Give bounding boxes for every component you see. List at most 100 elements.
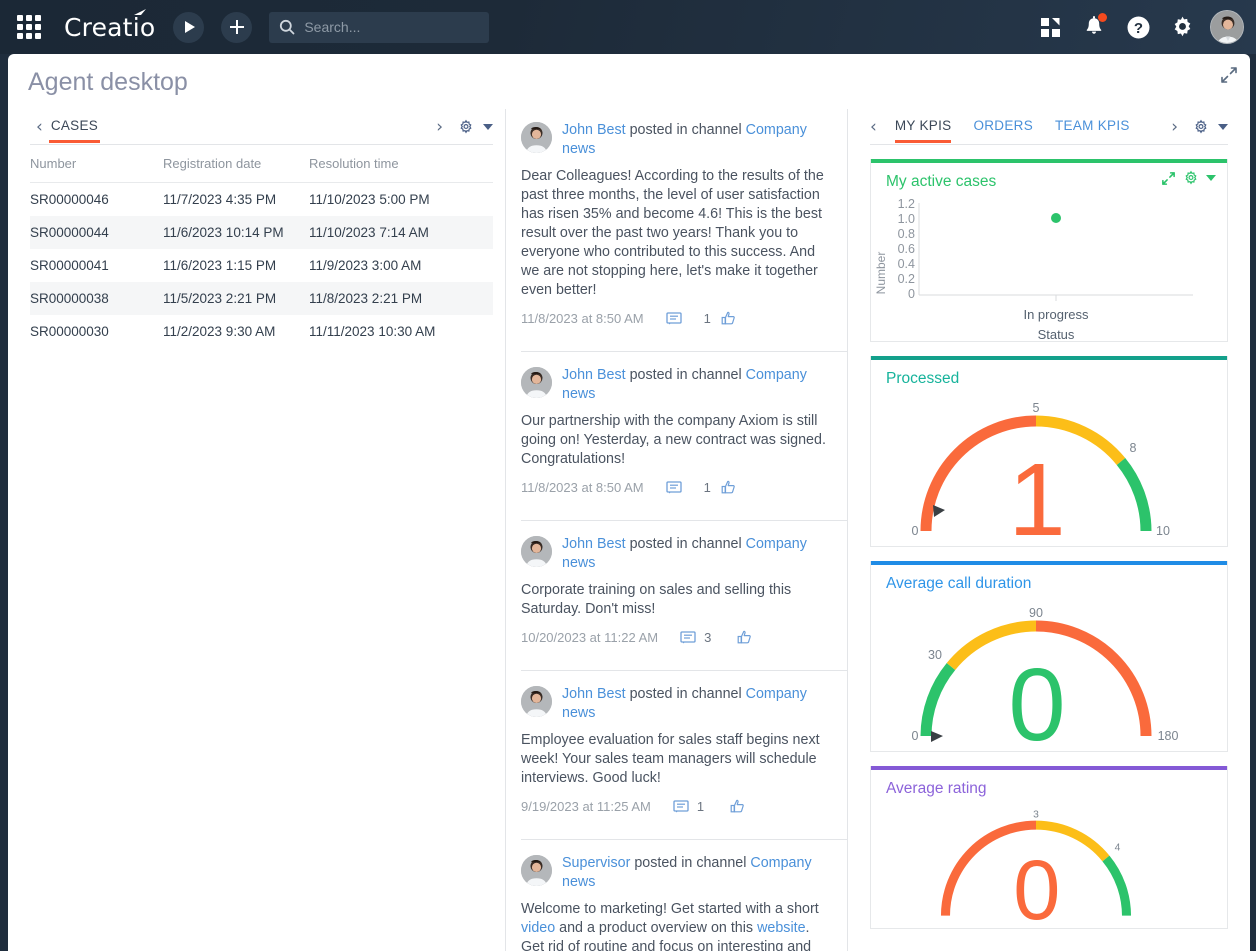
cases-settings-gear-icon[interactable] [458, 119, 474, 135]
cases-menu-caret-icon[interactable] [483, 123, 493, 130]
cell-resolution-time: 11/9/2023 3:00 AM [309, 258, 422, 273]
kpi-menu-caret-icon[interactable] [1218, 123, 1228, 130]
kpi-next-chevron-icon[interactable]: › [1165, 117, 1184, 137]
post-author[interactable]: Supervisor [562, 855, 630, 871]
user-avatar-image [1211, 11, 1243, 43]
apps-grid-icon[interactable] [14, 12, 44, 42]
post-link-website[interactable]: website [757, 920, 805, 936]
post-meta: Supervisor posted in channel Company new… [562, 854, 831, 892]
cell-number: SR00000046 [30, 192, 109, 207]
comment-icon[interactable] [665, 480, 682, 495]
avatar[interactable] [521, 122, 552, 153]
post-footer: 11/8/2023 at 8:50 AM 1 [521, 300, 831, 338]
avatar[interactable] [521, 536, 552, 567]
kpi-widget-list: My active cases Number 1.2 1.0 0.8 0.6 0… [870, 145, 1228, 951]
search-icon [280, 19, 295, 35]
expand-page-icon[interactable] [1220, 66, 1238, 84]
like-icon[interactable] [721, 311, 736, 326]
comment-icon[interactable] [673, 799, 689, 814]
settings-button[interactable] [1160, 0, 1204, 54]
dashboard-button[interactable] [1028, 0, 1072, 54]
cell-number: SR00000044 [30, 225, 109, 240]
post-author[interactable]: John Best [562, 367, 626, 383]
kpi-prev-chevron-icon[interactable]: ‹ [870, 117, 883, 137]
search-input[interactable]: Search... [269, 11, 490, 43]
widget-controls [1161, 170, 1216, 186]
like-count: 1 [703, 311, 711, 326]
post-action: posted in channel [629, 686, 742, 702]
post-author[interactable]: John Best [562, 686, 626, 702]
expand-widget-icon[interactable] [1161, 171, 1176, 186]
svg-text:1.2: 1.2 [898, 197, 915, 211]
post-meta: John Best posted in channel Company news [562, 535, 831, 573]
kpi-settings-gear-icon[interactable] [1193, 119, 1209, 135]
user-avatar-image [521, 536, 552, 567]
table-row[interactable]: SR00000030 11/2/2023 9:30 AM 11/11/2023 … [30, 315, 493, 348]
svg-text:0.8: 0.8 [898, 227, 915, 241]
post-body-part-1: Welcome to marketing! Get started with a… [521, 901, 819, 917]
table-row[interactable]: SR00000046 11/7/2023 4:35 PM 11/10/2023 … [30, 183, 493, 217]
data-point-in-progress [1051, 213, 1061, 223]
feed-post: Supervisor posted in channel Company new… [521, 839, 847, 951]
column-header-registration-date[interactable]: Registration date [163, 145, 309, 183]
chart-ylabel: Number [874, 252, 888, 295]
notifications-button[interactable] [1072, 0, 1116, 54]
post-header: John Best posted in channel Company news [521, 535, 831, 573]
post-header: John Best posted in channel Company news [521, 366, 831, 404]
page-container: Agent desktop ‹ CASES › Number Registrat… [8, 54, 1250, 951]
avatar[interactable] [521, 686, 552, 717]
column-header-number[interactable]: Number [30, 145, 163, 183]
tab-orders[interactable]: ORDERS [973, 112, 1033, 142]
next-tab-chevron-icon[interactable]: › [430, 117, 449, 137]
search-placeholder: Search... [304, 19, 361, 35]
widget-menu-caret-icon[interactable] [1206, 175, 1216, 181]
comment-icon[interactable] [680, 630, 696, 645]
kpi-tabs: ‹ MY KPIS ORDERS TEAM KPIS › [870, 109, 1228, 145]
comment-icon[interactable] [665, 311, 682, 326]
help-button[interactable]: ? [1116, 0, 1160, 54]
column-header-resolution-time[interactable]: Resolution time [309, 145, 493, 183]
widget-title: Processed [886, 370, 960, 387]
page-title: Agent desktop [28, 68, 188, 96]
like-icon[interactable] [721, 480, 736, 495]
post-author[interactable]: John Best [562, 122, 626, 138]
post-timestamp: 9/19/2023 at 11:25 AM [521, 799, 651, 814]
post-body: Employee evaluation for sales staff begi… [521, 732, 820, 786]
post-author[interactable]: John Best [562, 536, 626, 552]
post-footer: 10/20/2023 at 11:22 AM 3 [521, 619, 831, 657]
prev-tab-chevron-icon[interactable]: ‹ [30, 117, 49, 137]
tab-my-kpis[interactable]: MY KPIS [894, 112, 952, 143]
gear-icon [1174, 16, 1190, 36]
feed-post: John Best posted in channel Company news… [521, 670, 847, 826]
table-row[interactable]: SR00000038 11/5/2023 2:21 PM 11/8/2023 2… [30, 282, 493, 315]
gauge-max-label: 180 [1158, 729, 1179, 743]
tab-cases[interactable]: CASES [48, 112, 101, 143]
post-body: Welcome to marketing! Get started with a… [521, 900, 831, 951]
gauge-needle [933, 505, 945, 517]
avatar[interactable] [521, 367, 552, 398]
plus-icon [229, 20, 244, 34]
widget-settings-gear-icon[interactable] [1183, 170, 1199, 186]
avatar[interactable] [1210, 10, 1244, 44]
gauge-chart-average-call-duration: 90 30 0 180 0 [912, 606, 1179, 751]
play-icon [185, 21, 196, 33]
like-icon[interactable] [730, 799, 745, 814]
feed-panel: John Best posted in channel Company news… [505, 109, 848, 951]
table-row[interactable]: SR00000041 11/6/2023 1:15 PM 11/9/2023 3… [30, 249, 493, 282]
cell-registration-date: 11/6/2023 1:15 PM [163, 258, 277, 273]
cell-resolution-time: 11/11/2023 10:30 AM [309, 324, 436, 339]
run-process-button[interactable] [173, 11, 205, 43]
add-button[interactable] [221, 11, 253, 43]
notification-badge [1098, 13, 1107, 22]
creatio-logo[interactable]: Creatio [64, 8, 155, 42]
post-meta: John Best posted in channel Company news [562, 685, 831, 723]
table-row[interactable]: SR00000044 11/6/2023 10:14 PM 11/10/2023… [30, 216, 493, 249]
gauge-chart-average-rating: 3 4 0 [940, 810, 1132, 928]
post-link-video[interactable]: video [521, 920, 555, 936]
avatar[interactable] [521, 855, 552, 886]
tab-team-kpis[interactable]: TEAM KPIS [1055, 112, 1130, 142]
post-body: Corporate training on sales and selling … [521, 582, 792, 617]
post-action: posted in channel [634, 855, 747, 871]
widget-title: Average call duration [886, 575, 1032, 592]
like-icon[interactable] [737, 630, 752, 645]
